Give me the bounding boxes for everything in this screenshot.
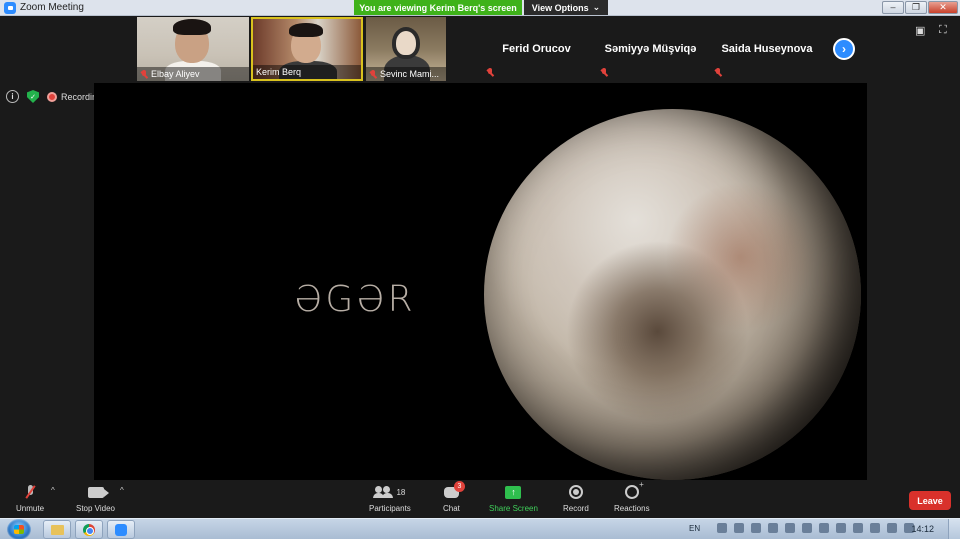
minimize-button[interactable]: – xyxy=(882,1,904,14)
record-icon xyxy=(568,485,583,499)
info-icon[interactable]: i xyxy=(6,90,19,103)
participant-hair xyxy=(289,23,323,37)
share-screen-icon: ↑ xyxy=(505,485,522,499)
zoom-meeting-window: Zoom Meeting You are viewing Kerim Berq'… xyxy=(0,0,960,539)
tray-icon[interactable] xyxy=(802,523,812,533)
fullscreen-icon[interactable]: ⛶ xyxy=(939,24,947,37)
chevron-down-icon: ⌄ xyxy=(592,2,601,12)
participants-icon xyxy=(373,486,392,498)
participants-label: Participants xyxy=(369,504,411,513)
tray-icon[interactable] xyxy=(734,523,744,533)
participant-head xyxy=(392,27,420,59)
participant-name: Səmiyyə Müşviqə xyxy=(604,43,697,55)
close-button[interactable]: ✕ xyxy=(928,1,958,14)
tray-icon[interactable] xyxy=(751,523,761,533)
tray-icon[interactable] xyxy=(853,523,863,533)
reactions-icon xyxy=(624,480,644,499)
name-tile-ferid-orucov[interactable]: Ferid Orucov xyxy=(480,17,593,81)
meeting-info-bar: i ✓ Recording xyxy=(6,90,102,103)
record-button[interactable]: Record xyxy=(563,484,589,513)
share-screen-button[interactable]: ↑ Share Screen xyxy=(489,484,538,513)
participant-name: Sevinc Mami... xyxy=(380,69,440,79)
video-tile-elbay-aliyev[interactable]: Elbay Aliyev xyxy=(137,17,249,81)
stop-video-button[interactable]: Stop Video xyxy=(76,484,115,513)
view-options-label: View Options xyxy=(531,2,589,13)
chrome-icon xyxy=(83,523,95,536)
tile-label: Kerim Berq xyxy=(253,65,361,79)
audio-options-caret-icon[interactable]: ^ xyxy=(51,486,55,495)
stop-video-label: Stop Video xyxy=(76,504,115,513)
view-options-button[interactable]: View Options ⌄ xyxy=(524,0,608,15)
window-controls: – ❐ ✕ xyxy=(882,1,958,14)
participants-button[interactable]: 18 Participants xyxy=(369,484,411,513)
tray-icon[interactable] xyxy=(717,523,727,533)
participant-name: Ferid Orucov xyxy=(502,43,571,55)
video-tile-kerim-berq[interactable]: Kerim Berq xyxy=(251,17,363,81)
viewing-screen-banner: You are viewing Kerim Berq's screen xyxy=(354,0,522,15)
windows-taskbar: EN 14:12 xyxy=(0,518,960,539)
tray-icon[interactable] xyxy=(836,523,846,533)
chat-label: Chat xyxy=(443,504,460,513)
zoom-app-icon xyxy=(4,1,16,14)
record-label: Record xyxy=(563,504,589,513)
layout-icon[interactable]: ▣ xyxy=(915,24,925,37)
taskbar-explorer-button[interactable] xyxy=(43,520,71,539)
taskbar-chrome-button[interactable] xyxy=(75,520,103,539)
next-page-arrow-icon[interactable]: › xyxy=(833,38,855,60)
name-tile-semiyye-musviqe[interactable]: Səmiyyə Müşviqə xyxy=(594,17,707,81)
reactions-label: Reactions xyxy=(614,504,650,513)
shared-screen: ƏGƏR xyxy=(94,83,867,480)
participants-strip: Elbay Aliyev Kerim Berq Sevinc Mami... F… xyxy=(0,16,960,82)
mic-muted-icon xyxy=(369,69,377,79)
microphone-muted-icon xyxy=(25,485,35,499)
start-button-icon[interactable] xyxy=(7,519,31,539)
participant-name: Saida Huseynova xyxy=(721,43,813,55)
mic-muted-icon xyxy=(140,69,148,79)
participants-count: 18 xyxy=(396,487,406,497)
tray-icon[interactable] xyxy=(785,523,795,533)
leave-button[interactable]: Leave xyxy=(909,491,951,510)
show-desktop-button[interactable] xyxy=(948,519,960,539)
name-tile-saida-huseynova[interactable]: Saida Huseynova xyxy=(708,17,826,81)
chat-button[interactable]: 3 Chat xyxy=(443,480,465,513)
window-title: Zoom Meeting xyxy=(20,2,84,13)
unmute-button[interactable]: Unmute xyxy=(16,484,44,513)
system-clock[interactable]: 14:12 xyxy=(911,524,934,534)
mic-muted-icon xyxy=(600,68,608,77)
tray-icon[interactable] xyxy=(887,523,897,533)
camera-icon xyxy=(87,486,109,498)
unmute-label: Unmute xyxy=(16,504,45,513)
chat-icon: 3 xyxy=(443,480,465,498)
planet-image xyxy=(484,109,861,480)
chat-badge: 3 xyxy=(453,480,465,492)
tile-label: Elbay Aliyev xyxy=(137,67,249,81)
taskbar-zoom-button[interactable] xyxy=(107,520,135,539)
mic-muted-icon xyxy=(714,68,722,77)
tray-icon[interactable] xyxy=(768,523,778,533)
participant-name: Kerim Berq xyxy=(256,67,302,77)
reactions-button[interactable]: Reactions xyxy=(614,480,650,513)
tile-label: Sevinc Mami... xyxy=(366,67,446,81)
meeting-toolbar: Unmute ^ Stop Video ^ 18 Participants 3 … xyxy=(0,480,960,518)
video-tile-sevinc[interactable]: Sevinc Mami... xyxy=(366,17,446,81)
tray-icon[interactable] xyxy=(819,523,829,533)
video-options-caret-icon[interactable]: ^ xyxy=(120,486,124,495)
system-tray xyxy=(717,523,914,533)
zoom-icon xyxy=(115,523,127,536)
shared-logo: ƏGƏR xyxy=(294,279,416,320)
maximize-button[interactable]: ❐ xyxy=(905,1,927,14)
folder-icon xyxy=(50,524,64,535)
mic-muted-icon xyxy=(486,68,494,77)
tray-icon[interactable] xyxy=(870,523,880,533)
recording-icon xyxy=(47,91,57,102)
shield-icon[interactable]: ✓ xyxy=(27,90,39,103)
participant-hair xyxy=(173,19,211,35)
language-indicator[interactable]: EN xyxy=(689,524,700,533)
share-screen-label: Share Screen xyxy=(489,504,538,513)
participant-name: Elbay Aliyev xyxy=(151,69,200,79)
